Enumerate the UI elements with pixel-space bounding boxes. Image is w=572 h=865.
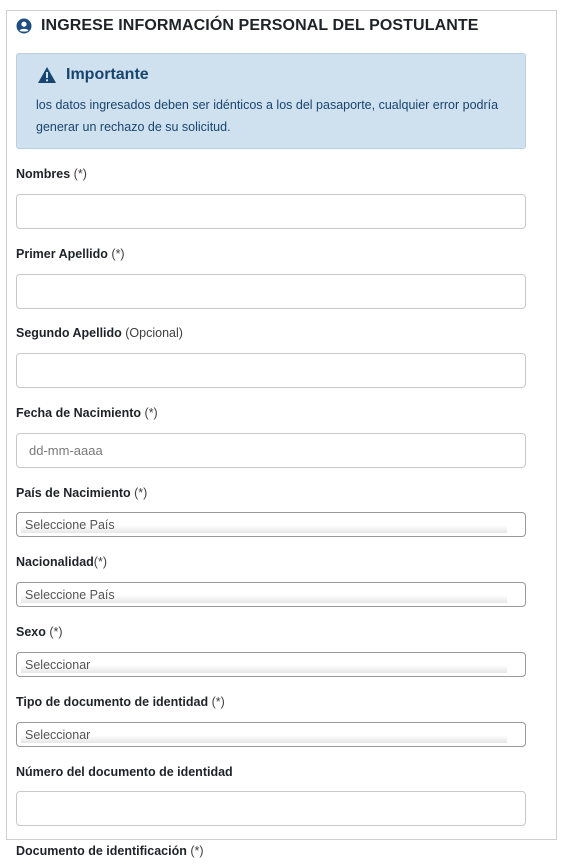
pais-nacimiento-select[interactable]: Seleccione País — [16, 512, 526, 537]
alert-body: los datos ingresados deben ser idénticos… — [36, 98, 499, 134]
sexo-label: Sexo (*) — [16, 625, 63, 639]
primer-apellido-label: Primer Apellido (*) — [16, 247, 125, 261]
nacionalidad-select[interactable]: Seleccione País — [16, 582, 526, 607]
section-header: INGRESE INFORMACIÓN PERSONAL DEL POSTULA… — [16, 14, 479, 38]
tipo-documento-select[interactable]: Seleccionar — [16, 722, 526, 747]
primer-apellido-input[interactable] — [16, 274, 526, 309]
user-circle-icon — [16, 18, 32, 34]
documento-identificacion-label: Documento de identificación (*) — [16, 844, 204, 858]
fecha-nacimiento-label: Fecha de Nacimiento (*) — [16, 406, 158, 420]
alert-title: Importante — [66, 66, 149, 83]
pais-nacimiento-label: País de Nacimiento (*) — [16, 486, 148, 500]
nombres-input[interactable] — [16, 194, 526, 229]
numero-documento-label: Número del documento de identidad — [16, 765, 233, 779]
nombres-label: Nombres (*) — [16, 167, 87, 181]
alert-header: Importante — [37, 66, 149, 84]
warning-triangle-icon — [37, 66, 57, 84]
nacionalidad-label: Nacionalidad(*) — [16, 555, 107, 569]
fecha-nacimiento-input[interactable] — [16, 433, 526, 468]
tipo-documento-label: Tipo de documento de identidad (*) — [16, 695, 225, 709]
segundo-apellido-label: Segundo Apellido (Opcional) — [16, 326, 183, 340]
numero-documento-input[interactable] — [16, 791, 526, 826]
section-title: INGRESE INFORMACIÓN PERSONAL DEL POSTULA… — [41, 17, 479, 34]
sexo-select[interactable]: Seleccionar — [16, 652, 526, 677]
segundo-apellido-input[interactable] — [16, 353, 526, 388]
important-alert: Importante los datos ingresados deben se… — [16, 53, 526, 149]
